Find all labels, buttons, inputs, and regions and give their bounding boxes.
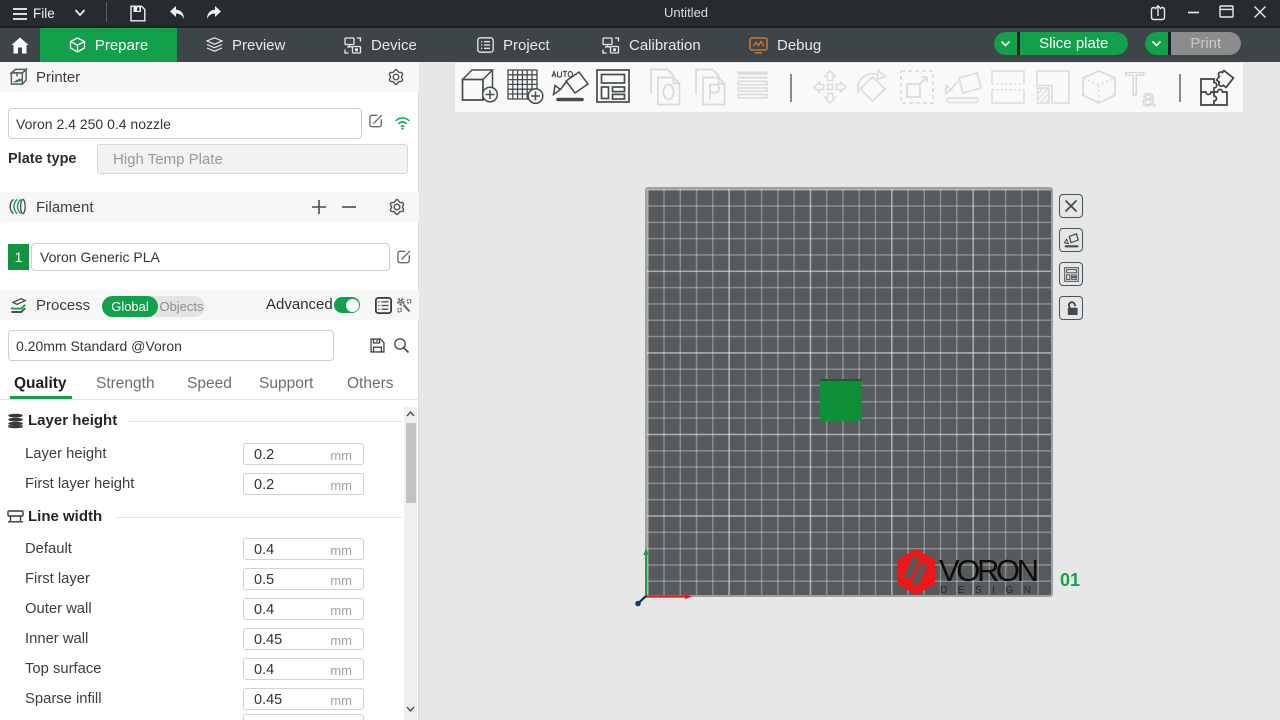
svg-text:VORON: VORON [939, 553, 1039, 588]
svg-text:a: a [1142, 85, 1155, 108]
